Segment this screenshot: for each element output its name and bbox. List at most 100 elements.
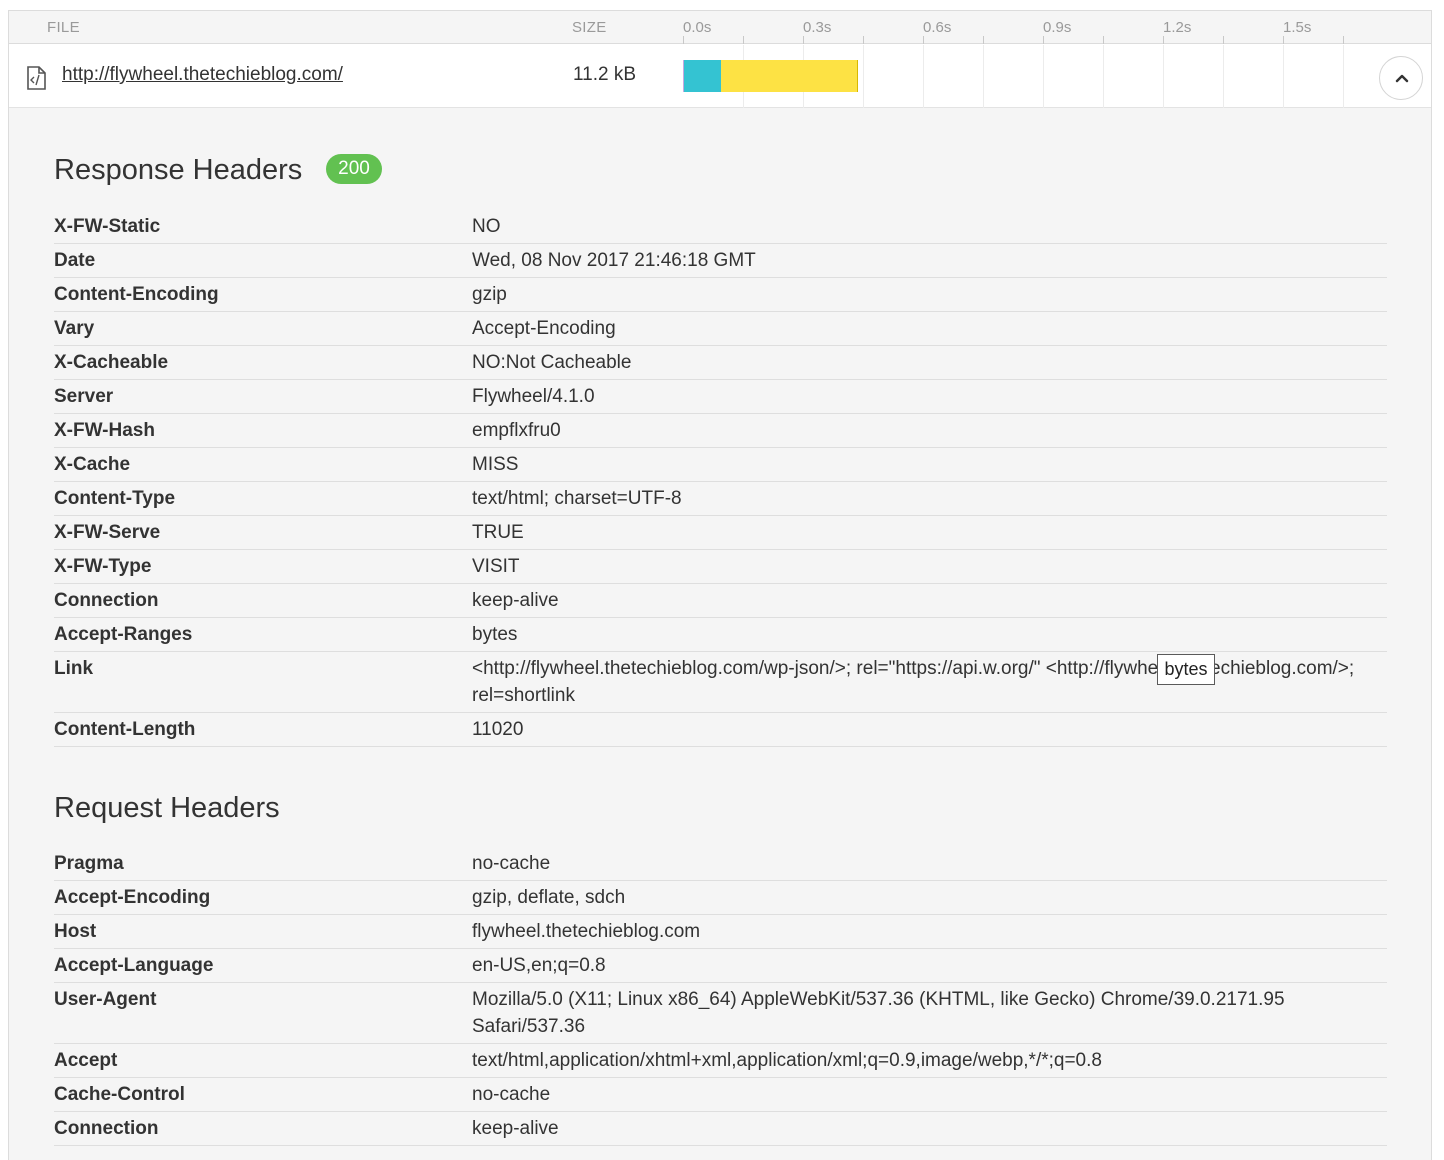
- header-key: Link: [54, 658, 94, 679]
- header-value: Mozilla/5.0 (X11; Linux x86_64) AppleWeb…: [472, 989, 1285, 1037]
- timeline-tick-label: 0.9s: [1043, 19, 1072, 36]
- timeline-grid-line: [923, 45, 924, 108]
- timeline-tick-label: 1.5s: [1283, 19, 1312, 36]
- header-row: Server Flywheel/4.1.0: [54, 380, 1387, 414]
- timeline-tick-label: 1.2s: [1163, 19, 1192, 36]
- timeline-tick-mark: [1343, 36, 1344, 44]
- header-key: User-Agent: [54, 989, 157, 1010]
- header-row: Accept text/html,application/xhtml+xml,ap…: [54, 1044, 1387, 1078]
- header-row: Host flywheel.thetechieblog.com: [54, 915, 1387, 949]
- header-row: Accept-Encoding gzip, deflate, sdch: [54, 881, 1387, 915]
- timeline-tick-mark: [803, 36, 804, 44]
- header-key: Accept-Ranges: [54, 624, 193, 645]
- header-value: Wed, 08 Nov 2017 21:46:18 GMT: [472, 250, 756, 271]
- header-value: text/html,application/xhtml+xml,applicat…: [472, 1050, 1102, 1071]
- timeline-grid-line: [863, 45, 864, 108]
- header-value: TRUE: [472, 522, 524, 543]
- timeline-tick-mark: [863, 36, 864, 44]
- timeline-grid-line: [1343, 45, 1344, 108]
- header-value: keep-alive: [472, 590, 559, 611]
- header-value: no-cache: [472, 1084, 551, 1105]
- header-value: keep-alive: [472, 1118, 559, 1139]
- timeline-tick-mark: [683, 36, 684, 44]
- header-key: Cache-Control: [54, 1084, 185, 1105]
- header-key: X-FW-Type: [54, 556, 152, 577]
- header-value: en-US,en;q=0.8: [472, 955, 606, 976]
- header-row: Date Wed, 08 Nov 2017 21:46:18 GMT: [54, 244, 1387, 278]
- header-row: X-Cacheable NO:Not Cacheable: [54, 346, 1387, 380]
- timeline-tick-mark: [1103, 36, 1104, 44]
- header-value: NO:Not Cacheable: [472, 352, 632, 373]
- timeline-tick-label: 0.0s: [683, 19, 712, 36]
- header-value: no-cache: [472, 853, 551, 874]
- header-row: Connection keep-alive: [54, 1112, 1387, 1146]
- header-row: Content-Length 11020: [54, 713, 1387, 747]
- header-key: Connection: [54, 590, 159, 611]
- timeline-grid-line: [983, 45, 984, 108]
- header-value: bytes: [472, 624, 518, 645]
- header-row: Vary Accept-Encoding: [54, 312, 1387, 346]
- header-value: <http://flywheel.thetechieblog.com/wp-js…: [472, 658, 1355, 706]
- response-headers-title: Response Headers: [54, 154, 303, 186]
- header-key: Server: [54, 386, 114, 407]
- header-key: X-FW-Hash: [54, 420, 155, 441]
- header-row: Cache-Control no-cache: [54, 1078, 1387, 1112]
- header-row: Pragma no-cache: [54, 847, 1387, 881]
- header-key: Content-Encoding: [54, 284, 219, 305]
- request-url-link[interactable]: http://flywheel.thetechieblog.com/: [62, 64, 343, 86]
- header-row: User-Agent Mozilla/5.0 (X11; Linux x86_64…: [54, 983, 1387, 1044]
- header-value: gzip, deflate, sdch: [472, 887, 626, 908]
- header-key: X-Cache: [54, 454, 131, 475]
- timeline-tick-mark: [923, 36, 924, 44]
- header-row: Accept-Language en-US,en;q=0.8: [54, 949, 1387, 983]
- header-value: VISIT: [472, 556, 520, 577]
- tooltip: bytes: [1157, 654, 1215, 685]
- header-value: empflxfru0: [472, 420, 561, 441]
- request-headers-title: Request Headers: [54, 792, 280, 824]
- size-column-label: SIZE: [572, 19, 607, 36]
- timing-bar-receive: [721, 60, 858, 92]
- header-value: flywheel.thetechieblog.com: [472, 921, 701, 942]
- header-key: Accept-Language: [54, 955, 214, 976]
- header-row: Content-Type text/html; charset=UTF-8: [54, 482, 1387, 516]
- header-key: Vary: [54, 318, 95, 339]
- timeline-tick-mark: [1283, 36, 1284, 44]
- collapse-button[interactable]: [1379, 56, 1423, 100]
- file-column-label: FILE: [47, 19, 80, 36]
- html-file-icon: [27, 66, 46, 90]
- header-value: NO: [472, 216, 501, 237]
- header-key: Accept-Encoding: [54, 887, 211, 908]
- header-key: X-FW-Static: [54, 216, 161, 237]
- header-row: X-FW-Static NO: [54, 210, 1387, 244]
- header-row: Accept-Ranges bytes: [54, 618, 1387, 652]
- header-key: Accept: [54, 1050, 118, 1071]
- header-value: MISS: [472, 454, 519, 475]
- request-size: 11.2 kB: [573, 64, 637, 85]
- header-key: Date: [54, 250, 96, 271]
- chevron-up-icon: [1395, 74, 1409, 83]
- timeline-grid-line: [1103, 45, 1104, 108]
- header-key: X-FW-Serve: [54, 522, 161, 543]
- header-key: Content-Type: [54, 488, 176, 509]
- timeline-grid-line: [1223, 45, 1224, 108]
- timeline-tick-mark: [983, 36, 984, 44]
- timeline-grid-line: [1043, 45, 1044, 108]
- timeline-tick-mark: [1163, 36, 1164, 44]
- header-row: X-Cache MISS: [54, 448, 1387, 482]
- header-value: gzip: [472, 284, 507, 305]
- timeline-tick-mark: [1223, 36, 1224, 44]
- header-row: Connection keep-alive: [54, 584, 1387, 618]
- header-key: Host: [54, 921, 97, 942]
- header-value: text/html; charset=UTF-8: [472, 488, 682, 509]
- header-row: X-FW-Hash empflxfru0: [54, 414, 1387, 448]
- header-row: Content-Encoding gzip: [54, 278, 1387, 312]
- timeline-tick-label: 0.3s: [803, 19, 832, 36]
- timing-bar-wait: [684, 60, 721, 92]
- header-key: Connection: [54, 1118, 159, 1139]
- timeline-tick-mark: [1043, 36, 1044, 44]
- timeline-grid-line: [1163, 45, 1164, 108]
- header-row: X-FW-Serve TRUE: [54, 516, 1387, 550]
- header-key: Pragma: [54, 853, 124, 874]
- header-row: X-FW-Type VISIT: [54, 550, 1387, 584]
- header-value: 11020: [472, 719, 524, 740]
